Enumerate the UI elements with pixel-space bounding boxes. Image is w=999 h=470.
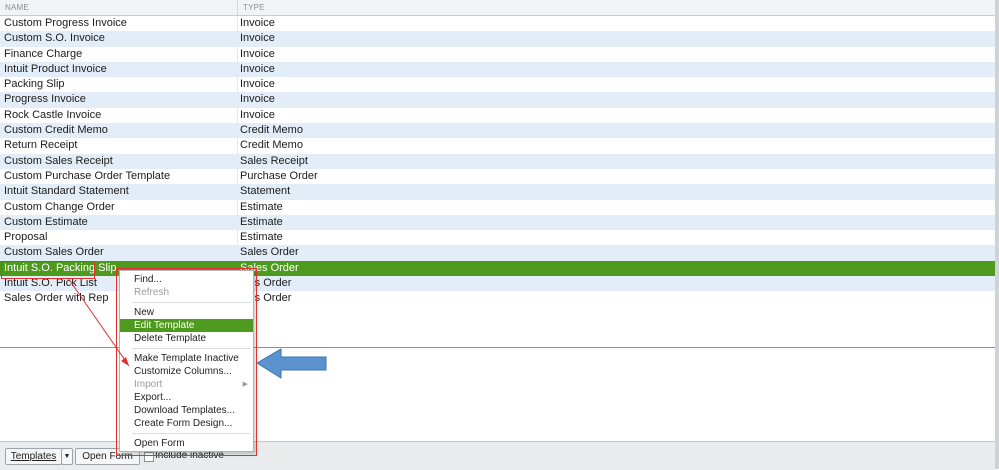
template-name: Intuit Standard Statement (4, 185, 129, 198)
template-type: Invoice (240, 93, 275, 106)
template-name: Custom Progress Invoice (4, 17, 127, 29)
template-type: Credit Memo (240, 139, 303, 152)
table-row[interactable]: Packing Slip Invoice (0, 77, 995, 92)
table-row[interactable]: Custom Credit Memo Credit Memo (0, 123, 995, 139)
template-type: Estimate (240, 215, 283, 228)
template-name: Sales Order with Rep (4, 292, 109, 305)
annotation-highlight-row (1, 261, 95, 279)
template-name: Custom Estimate (4, 215, 88, 228)
table-row[interactable]: Rock Castle Invoice Invoice (0, 108, 995, 123)
template-type: Purchase Order (240, 169, 318, 182)
window-right-edge (995, 0, 999, 469)
table-row[interactable]: Proposal Estimate (0, 230, 995, 245)
template-name: Return Receipt (4, 139, 78, 152)
template-type: Invoice (240, 78, 275, 91)
table-row[interactable]: Custom Sales Order Sales Order (0, 245, 995, 261)
template-name: Custom Sales Order (4, 246, 104, 259)
templates-button-label: Templates (10, 451, 57, 462)
table-row[interactable]: Return Receipt Credit Memo (0, 138, 995, 153)
template-name: Custom S.O. Invoice (4, 32, 105, 45)
template-name: Proposal (4, 231, 48, 244)
column-header-type[interactable]: TYPE (238, 0, 265, 15)
table-row[interactable]: Custom Progress Invoice Invoice (0, 16, 995, 31)
template-name: Intuit Product Invoice (4, 62, 107, 75)
template-type: Invoice (240, 108, 275, 121)
table-row[interactable]: Custom Sales Receipt Sales Receipt (0, 153, 995, 169)
template-name: Custom Sales Receipt (4, 154, 113, 167)
template-type: Sales Order (240, 246, 299, 259)
table-row[interactable]: Custom S.O. Invoice Invoice (0, 31, 995, 47)
table-row[interactable]: Custom Purchase Order Template Purchase O… (0, 169, 995, 184)
template-name: Finance Charge (4, 47, 83, 60)
template-type: Invoice (240, 62, 275, 75)
table-row[interactable]: Custom Change Order Estimate (0, 200, 995, 215)
pointer-arrow-icon (256, 348, 327, 379)
templates-button[interactable]: Templates (5, 448, 62, 465)
template-name: Custom Purchase Order Template (4, 169, 171, 182)
table-row[interactable]: Intuit Standard Statement Statement (0, 184, 995, 200)
annotation-highlight-menu (116, 268, 257, 456)
table-row[interactable]: Progress Invoice Invoice (0, 92, 995, 108)
template-type: Invoice (240, 32, 275, 45)
template-type: Sales Receipt (240, 154, 308, 167)
table-row[interactable]: Intuit Product Invoice Invoice (0, 61, 995, 78)
template-type: Estimate (240, 231, 283, 244)
template-list: Custom Progress Invoice Invoice Custom S.… (0, 16, 995, 307)
templates-dropdown-caret[interactable]: ▼ (61, 448, 73, 465)
caret-down-icon: ▼ (63, 453, 71, 460)
template-name: Rock Castle Invoice (4, 108, 102, 121)
table-row[interactable]: Finance Charge Invoice (0, 47, 995, 62)
table-row[interactable]: Custom Estimate Estimate (0, 214, 995, 231)
template-type: Estimate (240, 200, 283, 213)
template-type: Statement (240, 185, 291, 198)
list-header: NAME TYPE (0, 0, 995, 16)
template-type: Invoice (240, 17, 275, 29)
template-name: Custom Change Order (4, 200, 115, 213)
template-name: Custom Credit Memo (4, 124, 108, 137)
template-type: Invoice (240, 47, 275, 60)
column-header-name[interactable]: NAME (0, 0, 29, 15)
template-name: Packing Slip (4, 78, 65, 91)
template-name: Progress Invoice (4, 93, 86, 106)
template-type: Credit Memo (240, 124, 303, 137)
